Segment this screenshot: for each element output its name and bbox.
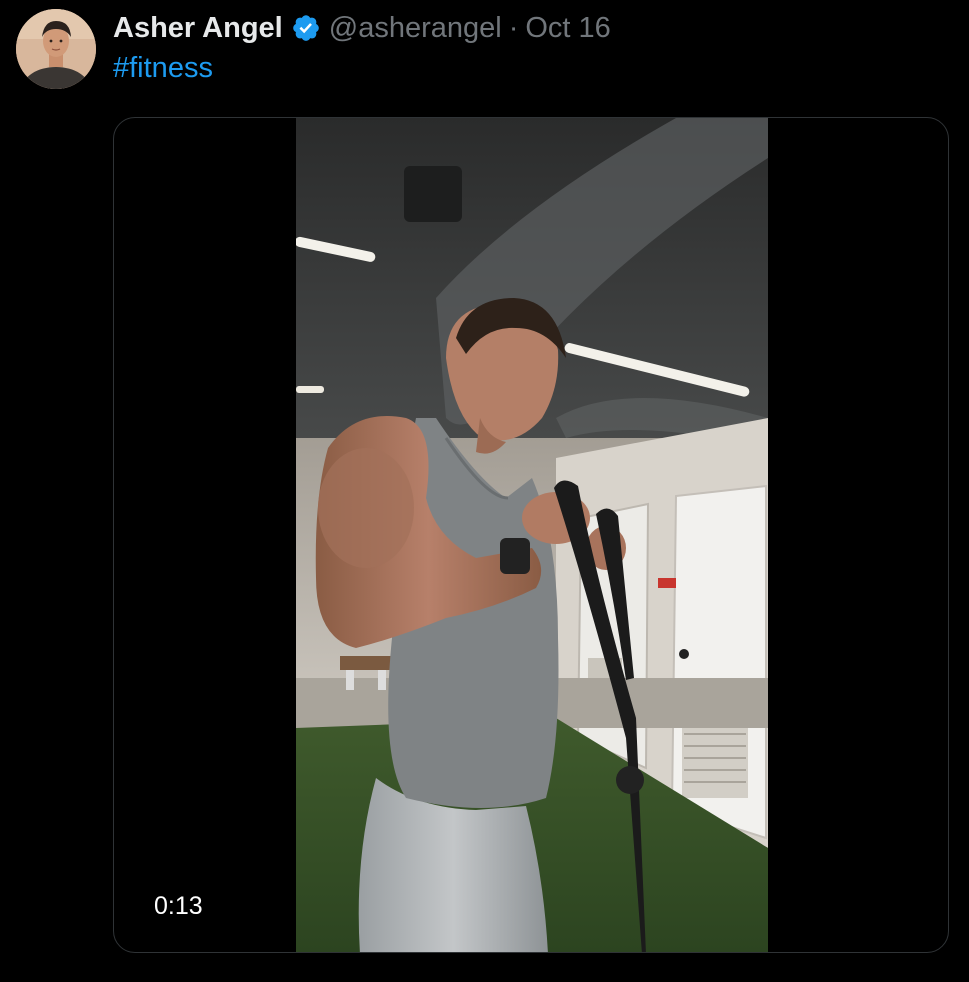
avatar-image [16, 9, 96, 89]
video-duration: 0:13 [154, 892, 203, 920]
video-frame [296, 118, 768, 952]
separator-dot: · [508, 11, 519, 44]
display-name[interactable]: Asher Angel [113, 12, 283, 45]
tweet-date[interactable]: Oct 16 [525, 12, 610, 45]
video-player[interactable]: 0:13 [113, 117, 949, 953]
hashtag-link[interactable]: #fitness [113, 52, 213, 85]
avatar[interactable] [16, 9, 96, 89]
handle[interactable]: @asherangel [329, 12, 502, 45]
tweet-header: Asher Angel @asherangel · Oct 16 [113, 8, 611, 48]
tweet: Asher Angel @asherangel · Oct 16 #fitnes… [0, 0, 969, 982]
verified-badge-icon[interactable] [291, 13, 321, 43]
